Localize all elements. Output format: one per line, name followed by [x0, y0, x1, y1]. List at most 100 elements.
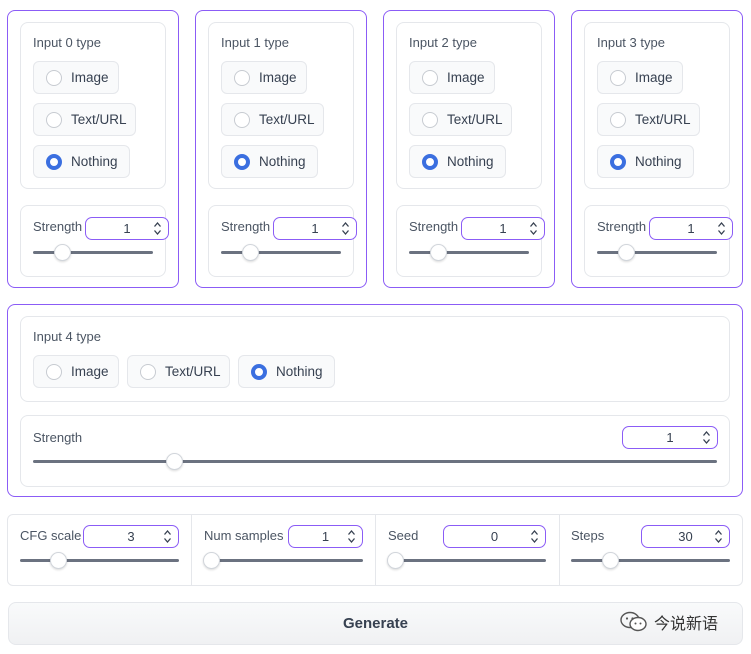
input-0-radio-image[interactable]: Image	[33, 61, 119, 94]
cfg-scale-thumb[interactable]	[50, 552, 67, 569]
steps-thumb[interactable]	[602, 552, 619, 569]
radio-circle-icon	[234, 111, 250, 128]
cfg-scale-label: CFG scale	[20, 528, 82, 543]
input-0-strength-block: Strength 1	[20, 205, 169, 277]
params-divider	[559, 514, 560, 586]
seed-thumb[interactable]	[387, 552, 404, 569]
input-1-strength-block: Strength 1	[208, 205, 357, 277]
spinner-arrows-icon[interactable]	[529, 221, 538, 236]
radio-circle-icon	[46, 69, 62, 86]
input-3-strength-thumb[interactable]	[618, 244, 635, 261]
spinner-arrows-icon[interactable]	[341, 221, 350, 236]
input-4-type-label: Input 4 type	[33, 329, 101, 344]
radio-checked-icon	[234, 153, 250, 170]
input-3-radio-text-url[interactable]: Text/URL	[597, 103, 700, 136]
radio-circle-icon	[140, 363, 156, 380]
radio-circle-icon	[234, 69, 250, 86]
num-samples-label: Num samples	[204, 528, 284, 543]
input-3-radio-image[interactable]: Image	[597, 61, 683, 94]
input-2-strength-block: Strength 1	[396, 205, 545, 277]
radio-checked-icon	[251, 363, 267, 380]
input-2-strength-label: Strength	[409, 219, 459, 234]
spinner-arrows-icon[interactable]	[153, 221, 162, 236]
steps-track[interactable]	[571, 559, 730, 562]
input-2-type-label: Input 2 type	[409, 35, 477, 50]
input-3-type-block: Input 3 type Image Text/URL Nothing	[584, 22, 730, 189]
radio-circle-icon	[422, 111, 438, 128]
input-2-radio-image[interactable]: Image	[409, 61, 495, 94]
input-1-strength-label: Strength	[221, 219, 271, 234]
seed-input[interactable]: 0	[443, 525, 546, 548]
input-4-strength-track[interactable]	[33, 460, 717, 463]
cfg-scale-track[interactable]	[20, 559, 179, 562]
input-4-strength-block: Strength 1	[20, 415, 730, 487]
input-1-group: Input 1 type Image Text/URL Nothing Stre…	[195, 10, 367, 288]
input-1-radio-nothing[interactable]: Nothing	[221, 145, 318, 178]
input-0-radio-nothing[interactable]: Nothing	[33, 145, 130, 178]
radio-circle-icon	[46, 111, 62, 128]
input-2-radio-nothing[interactable]: Nothing	[409, 145, 506, 178]
input-4-strength-label: Strength	[33, 430, 83, 445]
input-0-strength-track[interactable]	[33, 251, 153, 254]
input-1-radio-image[interactable]: Image	[221, 61, 307, 94]
spinner-arrows-icon[interactable]	[163, 529, 172, 544]
input-0-strength-thumb[interactable]	[54, 244, 71, 261]
radio-circle-icon	[46, 363, 62, 380]
spinner-arrows-icon[interactable]	[530, 529, 539, 544]
spinner-arrows-icon[interactable]	[347, 529, 356, 544]
input-1-strength-input[interactable]: 1	[273, 217, 357, 240]
input-2-strength-input[interactable]: 1	[461, 217, 545, 240]
wechat-icon	[620, 611, 647, 632]
radio-checked-icon	[46, 153, 62, 170]
input-4-radio-nothing[interactable]: Nothing	[238, 355, 335, 388]
spinner-arrows-icon[interactable]	[717, 221, 726, 236]
input-1-radio-text-url[interactable]: Text/URL	[221, 103, 324, 136]
input-3-type-label: Input 3 type	[597, 35, 665, 50]
radio-checked-icon	[610, 153, 626, 170]
input-0-type-block: Input 0 type Image Text/URL Nothing	[20, 22, 166, 189]
input-3-strength-input[interactable]: 1	[649, 217, 733, 240]
input-4-group: Input 4 type Image Text/URL Nothing Stre…	[7, 304, 743, 497]
input-0-strength-input[interactable]: 1	[85, 217, 169, 240]
input-3-group: Input 3 type Image Text/URL Nothing Stre…	[571, 10, 743, 288]
radio-circle-icon	[422, 69, 438, 86]
watermark: 今说新语	[620, 610, 718, 634]
input-0-radio-text-url[interactable]: Text/URL	[33, 103, 136, 136]
input-0-strength-label: Strength	[33, 219, 83, 234]
input-3-strength-track[interactable]	[597, 251, 717, 254]
input-3-radio-nothing[interactable]: Nothing	[597, 145, 694, 178]
input-4-type-block: Input 4 type Image Text/URL Nothing	[20, 316, 730, 402]
seed-track[interactable]	[388, 559, 546, 562]
cfg-scale-input[interactable]: 3	[83, 525, 179, 548]
radio-circle-icon	[610, 111, 626, 128]
input-1-strength-thumb[interactable]	[242, 244, 259, 261]
input-2-type-block: Input 2 type Image Text/URL Nothing	[396, 22, 542, 189]
params-divider	[191, 514, 192, 586]
input-4-strength-thumb[interactable]	[166, 453, 183, 470]
input-3-strength-block: Strength 1	[584, 205, 733, 277]
num-samples-thumb[interactable]	[203, 552, 220, 569]
input-2-strength-thumb[interactable]	[430, 244, 447, 261]
input-0-group: Input 0 type Image Text/URL Nothing Stre…	[7, 10, 179, 288]
input-2-strength-track[interactable]	[409, 251, 529, 254]
input-0-type-label: Input 0 type	[33, 35, 101, 50]
spinner-arrows-icon[interactable]	[702, 430, 711, 445]
watermark-text: 今说新语	[654, 616, 719, 633]
input-1-strength-track[interactable]	[221, 251, 341, 254]
radio-checked-icon	[422, 153, 438, 170]
input-4-strength-input[interactable]: 1	[622, 426, 718, 449]
input-4-radio-text-url[interactable]: Text/URL	[127, 355, 230, 388]
steps-input[interactable]: 30	[641, 525, 730, 548]
input-1-type-label: Input 1 type	[221, 35, 289, 50]
steps-label: Steps	[571, 528, 605, 543]
radio-circle-icon	[610, 69, 626, 86]
input-2-group: Input 2 type Image Text/URL Nothing Stre…	[383, 10, 555, 288]
input-1-type-block: Input 1 type Image Text/URL Nothing	[208, 22, 354, 189]
seed-label: Seed	[388, 528, 419, 543]
input-4-radio-image[interactable]: Image	[33, 355, 119, 388]
num-samples-track[interactable]	[204, 559, 363, 562]
spinner-arrows-icon[interactable]	[714, 529, 723, 544]
input-2-radio-text-url[interactable]: Text/URL	[409, 103, 512, 136]
num-samples-input[interactable]: 1	[288, 525, 363, 548]
input-3-strength-label: Strength	[597, 219, 647, 234]
